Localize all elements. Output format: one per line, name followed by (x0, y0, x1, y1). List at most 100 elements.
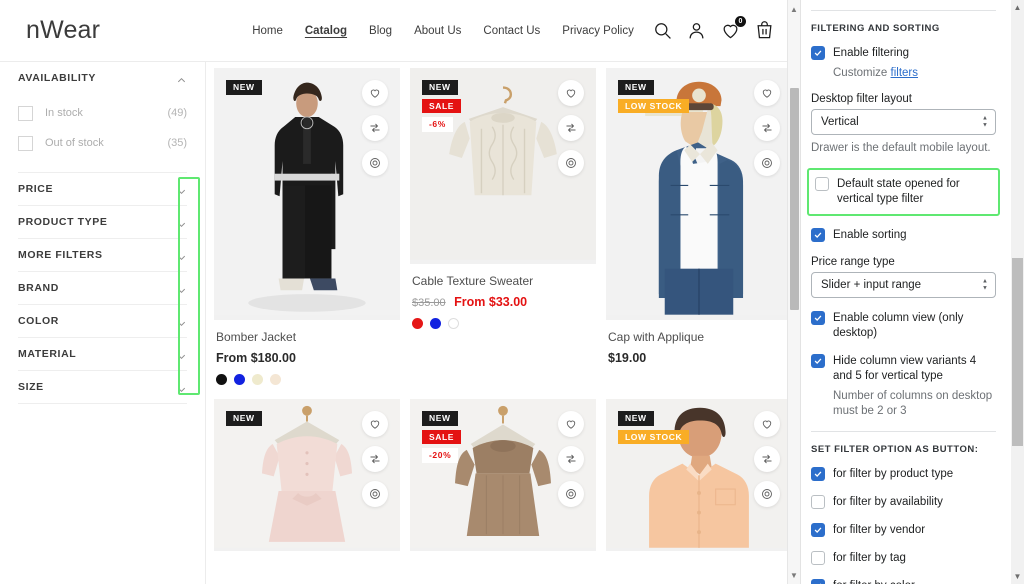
swatch-blue[interactable] (430, 318, 441, 329)
select-price-range-type[interactable]: Slider + input range ▲ ▼ (811, 272, 996, 298)
cart-icon[interactable] (755, 21, 774, 40)
setting-default-state-opened[interactable]: Default state opened for vertical type f… (815, 177, 992, 207)
filter-group-header-product-type[interactable]: PRODUCT TYPE (18, 206, 187, 238)
panel-scroll-down-arrow-icon[interactable]: ▼ (1011, 570, 1024, 583)
product-card[interactable]: NEW LOW STOCK Cap with Applique $19.00 (606, 68, 792, 399)
wishlist-icon[interactable] (362, 411, 388, 437)
filter-group-header-color[interactable]: COLOR (18, 305, 187, 337)
filter-group-header-more-filters[interactable]: MORE FILTERS (18, 239, 187, 271)
swatch-blue[interactable] (234, 374, 245, 385)
product-card[interactable]: NEW (214, 399, 400, 551)
swatch-red[interactable] (412, 318, 423, 329)
wishlist-icon[interactable] (754, 411, 780, 437)
panel-scrollbar[interactable]: ▲ ▼ (1011, 0, 1024, 584)
product-title[interactable]: Cable Texture Sweater (412, 274, 594, 288)
quick-view-icon[interactable] (362, 481, 388, 507)
swatch-white[interactable] (448, 318, 459, 329)
product-title[interactable]: Bomber Jacket (216, 330, 398, 344)
chevron-down-icon[interactable] (176, 316, 187, 327)
chevron-down-icon[interactable] (176, 217, 187, 228)
quick-view-icon[interactable] (754, 150, 780, 176)
product-image[interactable]: NEW LOW STOCK (606, 68, 792, 320)
product-image[interactable]: NEW SALE -6% (410, 68, 596, 264)
product-image[interactable]: NEW SALE -20% (410, 399, 596, 551)
checkbox-default-state-opened[interactable] (815, 177, 829, 191)
chevron-down-icon[interactable] (176, 382, 187, 393)
checkbox-button-vendor[interactable] (811, 523, 825, 537)
scroll-down-arrow-icon[interactable]: ▼ (788, 568, 800, 582)
nav-item-blog[interactable]: Blog (369, 25, 392, 37)
scroll-up-arrow-icon[interactable]: ▲ (788, 2, 800, 16)
account-icon[interactable] (687, 21, 706, 40)
wishlist-icon[interactable] (558, 411, 584, 437)
swatch-black[interactable] (216, 374, 227, 385)
product-image[interactable]: NEW LOW STOCK (606, 399, 792, 551)
preview-scrollbar[interactable]: ▲ ▼ (787, 0, 800, 584)
product-card[interactable]: NEW SALE -6% Cable Texture Sweater $35.0… (410, 68, 596, 399)
nav-item-privacy-policy[interactable]: Privacy Policy (562, 25, 634, 37)
setting-enable-column-view[interactable]: Enable column view (only desktop) (811, 311, 996, 341)
filter-group-header-material[interactable]: MATERIAL (18, 338, 187, 370)
compare-icon[interactable] (754, 115, 780, 141)
nav-item-catalog[interactable]: Catalog (305, 25, 347, 37)
product-title[interactable]: Cap with Applique (608, 330, 790, 344)
checkbox-button-availability[interactable] (811, 495, 825, 509)
compare-icon[interactable] (558, 115, 584, 141)
product-card[interactable]: NEW LOW STOCK (606, 399, 792, 551)
setting-button-vendor[interactable]: for filter by vendor (811, 523, 996, 538)
panel-scroll-up-arrow-icon[interactable]: ▲ (1011, 1, 1024, 14)
chevron-down-icon[interactable] (176, 283, 187, 294)
filter-option-out-of-stock[interactable]: Out of stock (35) (18, 128, 187, 158)
checkbox-out-of-stock[interactable] (18, 135, 33, 151)
setting-enable-filtering[interactable]: Enable filtering (811, 46, 996, 61)
product-card[interactable]: NEW Bomber Jacket From $180.00 (214, 68, 400, 399)
chevron-down-icon[interactable] (176, 184, 187, 195)
setting-hide-column-variants[interactable]: Hide column view variants 4 and 5 for ve… (811, 354, 996, 384)
checkbox-hide-column-variants[interactable] (811, 354, 825, 368)
quick-view-icon[interactable] (754, 481, 780, 507)
swatch-beige[interactable] (270, 374, 281, 385)
filter-group-header-brand[interactable]: BRAND (18, 272, 187, 304)
quick-view-icon[interactable] (362, 150, 388, 176)
filter-group-header-availability[interactable]: AVAILABILITY (18, 62, 187, 94)
quick-view-icon[interactable] (558, 481, 584, 507)
setting-button-product-type[interactable]: for filter by product type (811, 467, 996, 482)
filter-group-header-price[interactable]: PRICE (18, 173, 187, 205)
checkbox-in-stock[interactable] (18, 105, 33, 121)
setting-button-availability[interactable]: for filter by availability (811, 495, 996, 510)
filter-group-header-size[interactable]: SIZE (18, 371, 187, 403)
wishlist-icon[interactable]: 0 (721, 16, 746, 40)
chevron-down-icon[interactable] (176, 349, 187, 360)
select-desktop-filter-layout[interactable]: Vertical ▲ ▼ (811, 109, 996, 135)
setting-button-color[interactable]: for filter by color (811, 579, 996, 584)
chevron-down-icon[interactable] (176, 250, 187, 261)
store-logo[interactable]: nWear (26, 16, 100, 45)
search-icon[interactable] (653, 21, 672, 40)
chevron-up-icon[interactable] (176, 73, 187, 84)
panel-scrollbar-thumb[interactable] (1012, 258, 1023, 446)
nav-item-about-us[interactable]: About Us (414, 25, 461, 37)
swatch-cream[interactable] (252, 374, 263, 385)
wishlist-icon[interactable] (558, 80, 584, 106)
compare-icon[interactable] (754, 446, 780, 472)
compare-icon[interactable] (558, 446, 584, 472)
product-image[interactable]: NEW (214, 68, 400, 320)
setting-enable-sorting[interactable]: Enable sorting (811, 228, 996, 243)
setting-button-tag[interactable]: for filter by tag (811, 551, 996, 566)
nav-item-home[interactable]: Home (252, 25, 283, 37)
checkbox-enable-column-view[interactable] (811, 311, 825, 325)
customize-filters-link[interactable]: filters (891, 67, 918, 79)
filter-option-in-stock[interactable]: In stock (49) (18, 98, 187, 128)
checkbox-button-color[interactable] (811, 579, 825, 584)
checkbox-button-product-type[interactable] (811, 467, 825, 481)
preview-scrollbar-thumb[interactable] (790, 88, 799, 310)
checkbox-enable-filtering[interactable] (811, 46, 825, 60)
compare-icon[interactable] (362, 446, 388, 472)
wishlist-icon[interactable] (754, 80, 780, 106)
compare-icon[interactable] (362, 115, 388, 141)
wishlist-icon[interactable] (362, 80, 388, 106)
quick-view-icon[interactable] (558, 150, 584, 176)
checkbox-button-tag[interactable] (811, 551, 825, 565)
product-card[interactable]: NEW SALE -20% (410, 399, 596, 551)
product-image[interactable]: NEW (214, 399, 400, 551)
